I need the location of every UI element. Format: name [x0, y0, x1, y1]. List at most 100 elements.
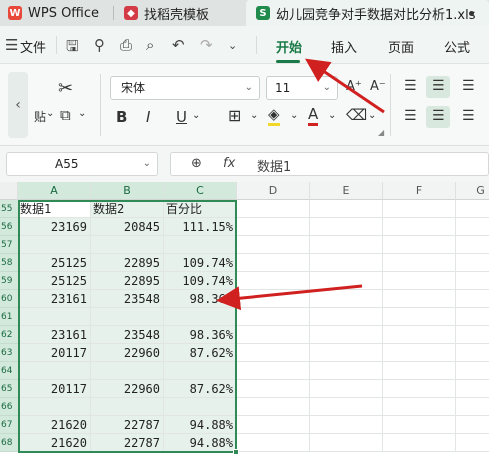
- grid-cell[interactable]: [383, 380, 456, 398]
- row-header[interactable]: 66: [0, 398, 18, 416]
- grid-cell[interactable]: 87.62%: [164, 380, 237, 398]
- grid-cell[interactable]: [91, 362, 164, 380]
- grid-cell[interactable]: [310, 416, 383, 434]
- align-top-icon[interactable]: ☰: [404, 78, 417, 94]
- grid-cell[interactable]: [237, 380, 310, 398]
- grid-cell[interactable]: [383, 308, 456, 326]
- grid-cell[interactable]: 21620: [18, 434, 91, 452]
- menu-insert[interactable]: 插入: [331, 37, 357, 56]
- grid-cell[interactable]: [383, 272, 456, 290]
- grid-cell[interactable]: [237, 218, 310, 236]
- grid-cell[interactable]: 94.88%: [164, 416, 237, 434]
- menu-page[interactable]: 页面: [388, 37, 414, 56]
- column-header-c[interactable]: C: [164, 182, 237, 200]
- grid-cell[interactable]: [310, 254, 383, 272]
- cut-icon[interactable]: ✂: [58, 78, 73, 99]
- grid-cell[interactable]: [383, 344, 456, 362]
- grid-cell[interactable]: [456, 362, 489, 380]
- grid-cell[interactable]: 109.74%: [164, 254, 237, 272]
- column-header-a[interactable]: A: [18, 182, 91, 200]
- row-header[interactable]: 65: [0, 380, 18, 398]
- font-dialog-launcher-icon[interactable]: ◢: [378, 128, 384, 137]
- grid-cell[interactable]: [383, 326, 456, 344]
- column-header-b[interactable]: B: [91, 182, 164, 200]
- grid-cell[interactable]: 25125: [18, 272, 91, 290]
- grid-cell[interactable]: [310, 326, 383, 344]
- grid-cell[interactable]: [237, 326, 310, 344]
- grid-cell[interactable]: [237, 416, 310, 434]
- grid-cell[interactable]: [383, 416, 456, 434]
- column-header-d[interactable]: D: [237, 182, 310, 200]
- grid-cell[interactable]: [310, 398, 383, 416]
- grid-cell[interactable]: 20117: [18, 344, 91, 362]
- grid-cell[interactable]: [18, 236, 91, 254]
- grid-cell[interactable]: [456, 218, 489, 236]
- grid-cell[interactable]: 22787: [91, 416, 164, 434]
- fill-color-icon[interactable]: ◈: [268, 106, 280, 126]
- grid-cell[interactable]: [456, 416, 489, 434]
- font-name-select[interactable]: 宋体 ⌄: [110, 76, 260, 100]
- grid-cell[interactable]: [237, 290, 310, 308]
- grid-cell[interactable]: [456, 398, 489, 416]
- unsaved-dot-icon[interactable]: [469, 11, 474, 16]
- menu-formula[interactable]: 公式: [444, 37, 470, 56]
- grid-cell[interactable]: [456, 272, 489, 290]
- row-header[interactable]: 62: [0, 326, 18, 344]
- row-header[interactable]: 58: [0, 254, 18, 272]
- fill-color-dropdown-icon[interactable]: ⌄: [290, 110, 298, 121]
- borders-icon[interactable]: ⊞: [228, 106, 241, 125]
- font-color-button[interactable]: A: [308, 106, 319, 126]
- grid-cell[interactable]: [237, 308, 310, 326]
- grid-cell[interactable]: 22895: [91, 254, 164, 272]
- grid-cell[interactable]: [237, 362, 310, 380]
- font-color-dropdown-icon[interactable]: ⌄: [328, 110, 336, 121]
- font-size-select[interactable]: 11 ⌄: [266, 76, 338, 100]
- eraser-icon[interactable]: ⌫: [346, 106, 367, 124]
- grid-cell[interactable]: [383, 254, 456, 272]
- grid-cell[interactable]: 22960: [91, 344, 164, 362]
- underline-dropdown-icon[interactable]: ⌄: [192, 110, 200, 121]
- row-header[interactable]: 64: [0, 362, 18, 380]
- copy-icon[interactable]: ⧉: [60, 106, 71, 124]
- grid-cell[interactable]: 23548: [91, 326, 164, 344]
- fx-button[interactable]: fx: [223, 156, 235, 171]
- header-cell[interactable]: 数据1: [18, 200, 91, 218]
- row-header[interactable]: 59: [0, 272, 18, 290]
- grid-cell[interactable]: [237, 344, 310, 362]
- grid-cell[interactable]: [456, 290, 489, 308]
- grid-cell[interactable]: [164, 362, 237, 380]
- grid-cell[interactable]: [310, 344, 383, 362]
- decrease-font-icon[interactable]: A⁻: [370, 79, 386, 94]
- grid-cell[interactable]: 25125: [18, 254, 91, 272]
- grid-cell[interactable]: [383, 434, 456, 452]
- grid-cell[interactable]: [310, 380, 383, 398]
- name-box[interactable]: A55 ⌄: [6, 152, 158, 176]
- save-icon[interactable]: 🖫: [66, 36, 79, 61]
- grid-cell[interactable]: [383, 398, 456, 416]
- grid-cell[interactable]: [164, 308, 237, 326]
- grid-cell[interactable]: [310, 308, 383, 326]
- grid-cell[interactable]: [310, 218, 383, 236]
- redo-icon[interactable]: ↷: [200, 36, 213, 54]
- grid-cell[interactable]: [383, 236, 456, 254]
- italic-button[interactable]: I: [146, 108, 150, 126]
- grid-cell[interactable]: [237, 254, 310, 272]
- paste-button[interactable]: 贴: [34, 108, 46, 125]
- grid-cell[interactable]: 94.88%: [164, 434, 237, 452]
- column-header-g[interactable]: G: [456, 182, 489, 200]
- grid-cell[interactable]: [91, 308, 164, 326]
- grid-cell[interactable]: [310, 290, 383, 308]
- grid-cell[interactable]: [18, 362, 91, 380]
- grid-cell[interactable]: [237, 236, 310, 254]
- grid-cell[interactable]: [237, 434, 310, 452]
- grid-cell[interactable]: [456, 308, 489, 326]
- grid-cell[interactable]: [310, 200, 383, 218]
- formula-content[interactable]: 数据1: [257, 156, 291, 175]
- grid-cell[interactable]: [164, 236, 237, 254]
- borders-dropdown-icon[interactable]: ⌄: [250, 110, 258, 121]
- align-left-icon[interactable]: ☰: [404, 108, 417, 124]
- grid-cell[interactable]: [456, 254, 489, 272]
- tab-docer-templates[interactable]: ◆ 找稻壳模板: [114, 0, 244, 26]
- undo-icon[interactable]: ↶: [172, 36, 185, 54]
- pin-icon[interactable]: ⚲: [94, 36, 105, 54]
